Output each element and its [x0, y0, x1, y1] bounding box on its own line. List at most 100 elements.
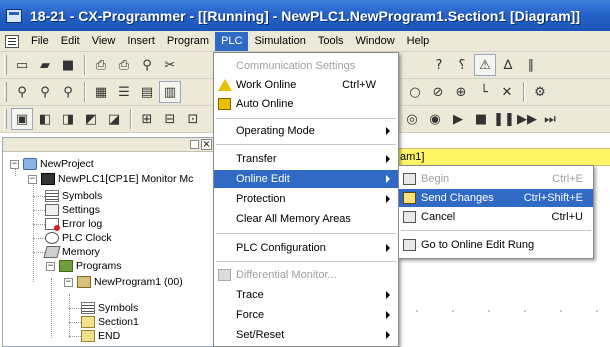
toolbar-grip[interactable]	[4, 82, 7, 102]
error-log-icon	[45, 218, 60, 231]
monitor-mode-icon[interactable]: ◉	[424, 108, 446, 130]
toolbar-grip[interactable]	[4, 55, 7, 75]
tree-node-end[interactable]: END	[81, 329, 120, 343]
tree-node-project[interactable]: NewProject	[23, 157, 94, 171]
watch-window-icon[interactable]: ▤	[136, 81, 158, 103]
grid-icon[interactable]: ▦	[90, 81, 112, 103]
cross-reference-icon[interactable]: ⊞	[136, 108, 158, 130]
collapse-program-icon[interactable]: −	[64, 278, 73, 287]
cut-icon[interactable]: ✂	[159, 54, 181, 76]
close-icon[interactable]: ×	[201, 139, 212, 150]
zoom-icon[interactable]: ⚲	[34, 81, 56, 103]
cx-programmer-app-icon[interactable]	[6, 8, 22, 23]
address-reference-icon[interactable]: ⊟	[159, 108, 181, 130]
menu-item-set-reset[interactable]: Set/Reset	[214, 326, 398, 344]
project-workspace: × − NewProject − NewPLC1[CP1E] Monitor M…	[2, 137, 216, 347]
save-icon[interactable]: ■	[57, 54, 79, 76]
delete-line-icon[interactable]: ✕	[496, 81, 518, 103]
menu-item-transfer[interactable]: Transfer	[214, 150, 398, 168]
menu-item-force[interactable]: Force	[214, 306, 398, 324]
collapse-programs-icon[interactable]: −	[46, 262, 55, 271]
tree-node-programs[interactable]: Programs	[59, 259, 122, 273]
submenu-item-send-changes[interactable]: Send Changes Ctrl+Shift+E	[399, 189, 593, 207]
properties-icon[interactable]: ◪	[103, 108, 125, 130]
menu-item-trace[interactable]: Trace	[214, 286, 398, 304]
toolbar-grip[interactable]	[4, 109, 7, 129]
stop-icon[interactable]: ■	[470, 108, 492, 130]
tree-node-newprogram1[interactable]: NewProgram1 (00)	[77, 275, 183, 289]
toolbar-separator	[130, 109, 132, 129]
submenu-item-cancel[interactable]: Cancel Ctrl+U	[399, 208, 593, 226]
monitor-icon[interactable]: ◎	[401, 108, 423, 130]
toolbar-separator	[84, 55, 86, 75]
menu-item-clear-all-memory[interactable]: Clear All Memory Areas	[214, 210, 398, 228]
menu-program[interactable]: Program	[161, 32, 215, 51]
tree-node-label: Programs	[76, 260, 122, 272]
fast-forward-icon[interactable]: ▶▶	[516, 108, 538, 130]
menu-item-operating-mode[interactable]: Operating Mode	[214, 122, 398, 140]
print-icon[interactable]: ⎙	[113, 54, 135, 76]
tree-node-plc-clock[interactable]: PLC Clock	[45, 231, 112, 245]
zoom-out-icon[interactable]: ⚲	[57, 81, 79, 103]
menu-tools[interactable]: Tools	[312, 32, 350, 51]
skip-icon[interactable]: ⏭	[539, 108, 561, 130]
window-title: 18-21 - CX-Programmer - [[Running] - New…	[30, 7, 580, 24]
grid-dot	[452, 310, 454, 312]
tree-node-memory[interactable]: Memory	[43, 245, 100, 259]
warning-icon	[218, 79, 232, 91]
tree-node-error-log[interactable]: Error log	[45, 217, 102, 231]
pause-icon[interactable]: ∥	[520, 54, 542, 76]
menu-window[interactable]: Window	[350, 32, 401, 51]
menu-view[interactable]: View	[86, 32, 122, 51]
find-address-icon[interactable]: ∆	[497, 54, 519, 76]
submenu-item-go-to-online-edit-rung[interactable]: Go to Online Edit Rung	[399, 236, 593, 254]
contact-icon[interactable]: ○	[404, 81, 426, 103]
tree-node-section1[interactable]: Section1	[81, 315, 139, 329]
list-view-icon[interactable]: ☰	[113, 81, 135, 103]
menu-item-label: Begin	[421, 173, 450, 185]
new-file-icon[interactable]: ▭	[11, 54, 33, 76]
collapse-plc-icon[interactable]: −	[28, 175, 37, 184]
symbols-view-icon[interactable]: ◩	[80, 108, 102, 130]
menu-item-plc-configuration[interactable]: PLC Configuration	[214, 239, 398, 257]
submenu-arrow-icon	[386, 244, 390, 252]
menu-separator	[216, 233, 396, 234]
run-icon[interactable]: ▶	[447, 108, 469, 130]
step-icon[interactable]: ❚❚	[493, 108, 515, 130]
menu-plc[interactable]: PLC	[215, 31, 249, 51]
menu-file[interactable]: File	[25, 32, 55, 51]
tree-node-settings[interactable]: Settings	[45, 203, 100, 217]
menu-insert[interactable]: Insert	[121, 32, 161, 51]
pin-icon[interactable]	[190, 140, 199, 149]
collapse-project-icon[interactable]: −	[10, 160, 19, 169]
menu-edit[interactable]: Edit	[55, 32, 86, 51]
open-folder-icon[interactable]: ▰	[34, 54, 56, 76]
menu-item-work-online[interactable]: Work Online Ctrl+W	[214, 76, 398, 94]
tree-node-program-symbols[interactable]: Symbols	[81, 301, 138, 315]
find-icon[interactable]: ⚲	[136, 54, 158, 76]
function-block-icon[interactable]: ⚙	[529, 81, 551, 103]
output-window-icon[interactable]: ▥	[159, 81, 181, 103]
document-system-menu-icon[interactable]	[5, 34, 19, 48]
menu-item-auto-online[interactable]: Auto Online	[214, 95, 398, 113]
closed-contact-icon[interactable]: ⊘	[427, 81, 449, 103]
grid-dot	[524, 310, 526, 312]
coil-icon[interactable]: ⊕	[450, 81, 472, 103]
menu-item-online-edit[interactable]: Online Edit	[214, 170, 398, 188]
menu-simulation[interactable]: Simulation	[248, 32, 311, 51]
tree-node-plc[interactable]: NewPLC1[CP1E] Monitor Mc	[41, 172, 193, 186]
menu-item-protection[interactable]: Protection	[214, 190, 398, 208]
line-end-icon[interactable]: └	[473, 81, 495, 103]
context-help-icon[interactable]: ⸮	[451, 54, 473, 76]
tree-node-symbols[interactable]: Symbols	[45, 189, 102, 203]
mnemonic-view-icon[interactable]: ◨	[57, 108, 79, 130]
ladder-view-icon[interactable]: ◧	[34, 108, 56, 130]
project-tree-icon[interactable]: ▣	[11, 108, 33, 130]
tree-node-label: Error log	[62, 218, 103, 230]
print-preview-icon[interactable]: ⎙	[90, 54, 112, 76]
zoom-in-icon[interactable]: ⚲	[11, 81, 33, 103]
help-icon[interactable]: ?	[428, 54, 450, 76]
io-table-icon[interactable]: ⊡	[182, 108, 204, 130]
menu-help[interactable]: Help	[401, 32, 436, 51]
alert-monitor-icon[interactable]: ⚠	[474, 54, 496, 76]
